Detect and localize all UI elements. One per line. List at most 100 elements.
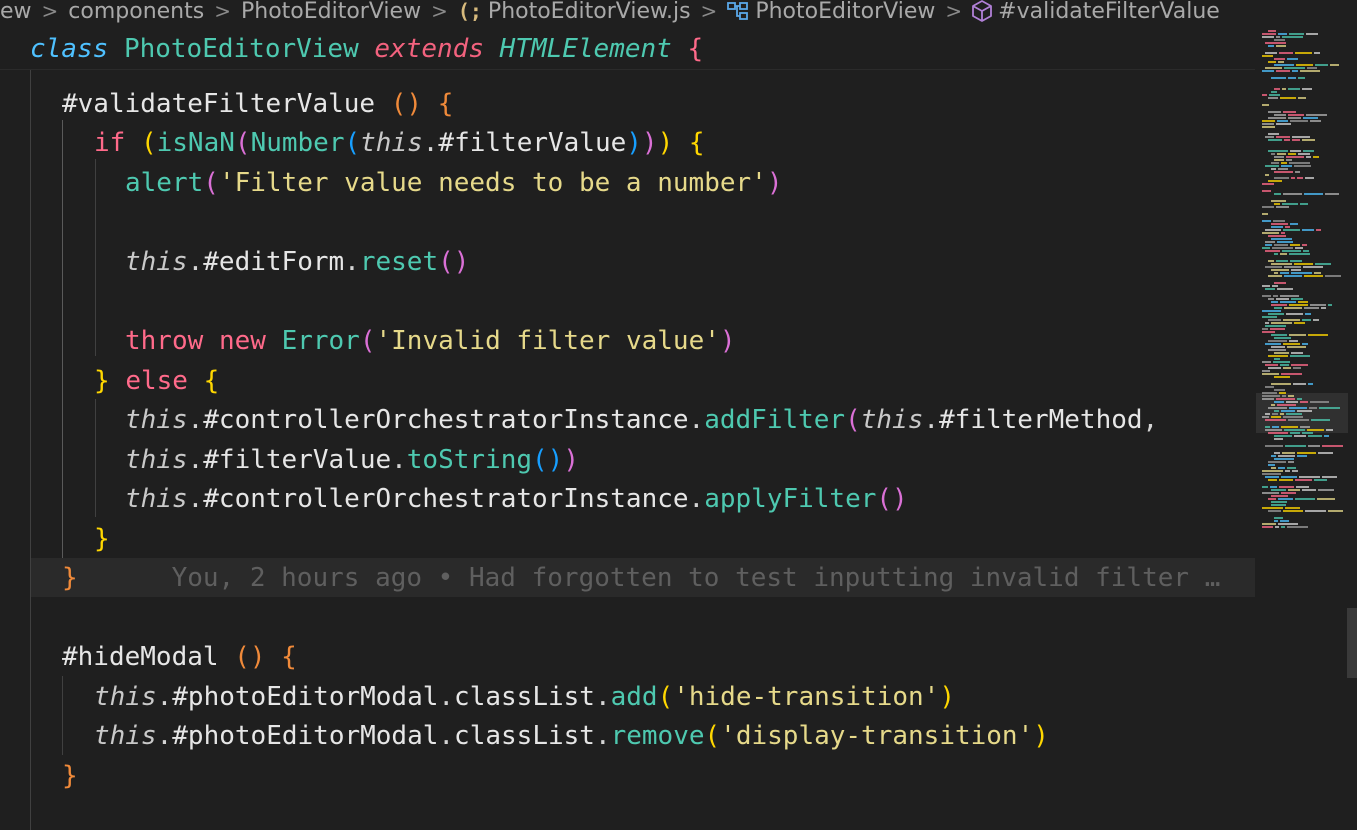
minimap-code-line bbox=[1300, 401, 1308, 403]
minimap-code-line bbox=[1277, 153, 1286, 155]
minimap-code-line bbox=[1265, 476, 1279, 478]
code-editor[interactable]: class PhotoEditorView extends HTMLElemen… bbox=[0, 30, 1255, 830]
minimap-code-line bbox=[1273, 295, 1278, 297]
minimap-code-line bbox=[1278, 33, 1287, 35]
chevron-right-icon: > bbox=[700, 0, 718, 23]
scrollbar-thumb[interactable] bbox=[1347, 608, 1357, 678]
minimap-code-line bbox=[1265, 52, 1277, 54]
minimap-code-line bbox=[1302, 88, 1312, 90]
minimap-code-line bbox=[1276, 298, 1289, 300]
minimap-code-line bbox=[1292, 139, 1300, 141]
minimap-code-line bbox=[1280, 295, 1299, 297]
minimap-code-line bbox=[1303, 117, 1318, 119]
minimap-code-line bbox=[1284, 429, 1305, 431]
breadcrumb-item-class[interactable]: PhotoEditorView bbox=[727, 0, 935, 24]
minimap-code-line bbox=[1279, 392, 1286, 394]
minimap-code-line bbox=[1281, 373, 1302, 375]
minimap-code-line bbox=[1262, 526, 1273, 528]
minimap-code-line bbox=[1274, 389, 1285, 391]
minimap-code-line bbox=[1268, 260, 1274, 262]
minimap-code-line bbox=[1278, 455, 1295, 457]
minimap-code-line bbox=[1271, 501, 1287, 503]
minimap-code-line bbox=[1306, 114, 1327, 116]
minimap-code-line bbox=[1272, 426, 1279, 428]
minimap-code-line bbox=[1274, 282, 1286, 284]
minimap-code-line bbox=[1285, 470, 1290, 472]
minimap-code-line bbox=[1262, 94, 1267, 96]
minimap-code-line bbox=[1268, 349, 1286, 351]
minimap-code-line bbox=[1302, 139, 1315, 141]
minimap-code-line bbox=[1281, 526, 1285, 528]
minimap-code-line bbox=[1274, 177, 1289, 179]
breadcrumb-label: PhotoEditorView.js bbox=[487, 0, 691, 24]
js-braces-icon: (; bbox=[457, 0, 482, 23]
minimap-code-line bbox=[1283, 111, 1296, 113]
minimap-code-line bbox=[1289, 334, 1306, 336]
minimap-code-line bbox=[1282, 250, 1301, 252]
minimap-code-line bbox=[1299, 476, 1320, 478]
minimap-code-line bbox=[1293, 383, 1306, 385]
minimap-code-line bbox=[1268, 479, 1277, 481]
minimap-code-line bbox=[1274, 114, 1286, 116]
minimap-code-line bbox=[1321, 307, 1326, 309]
minimap-code-line bbox=[1309, 407, 1317, 409]
minimap-code-line bbox=[1294, 263, 1313, 265]
minimap-code-line bbox=[1289, 162, 1310, 164]
minimap-code-line bbox=[1295, 171, 1300, 173]
minimap-code-line bbox=[1271, 334, 1287, 336]
minimap-code-line bbox=[1290, 223, 1298, 225]
minimap-code-line bbox=[1262, 190, 1271, 192]
breadcrumb: ew > components > PhotoEditorView > (; P… bbox=[0, 0, 1250, 24]
minimap-code-line bbox=[1317, 498, 1335, 500]
minimap[interactable] bbox=[1262, 28, 1357, 830]
breadcrumb-item-components[interactable]: components bbox=[68, 0, 204, 24]
minimap-code-line bbox=[1265, 288, 1275, 290]
minimap-code-line bbox=[1300, 426, 1310, 428]
minimap-code-line bbox=[1265, 426, 1270, 428]
code-line: this.#photoEditorModal.classList.remove(… bbox=[94, 721, 1049, 751]
minimap-code-line bbox=[1285, 445, 1306, 447]
minimap-code-line bbox=[1262, 373, 1279, 375]
minimap-code-line bbox=[1314, 272, 1321, 274]
minimap-code-line bbox=[1272, 285, 1278, 287]
minimap-code-line bbox=[1262, 33, 1276, 35]
minimap-code-line bbox=[1311, 419, 1330, 421]
minimap-code-line bbox=[1328, 304, 1332, 306]
minimap-code-line bbox=[1271, 91, 1277, 93]
chevron-right-icon: > bbox=[214, 0, 231, 23]
minimap-code-line bbox=[1310, 401, 1329, 403]
minimap-code-line bbox=[1298, 97, 1306, 99]
minimap-code-line bbox=[1294, 322, 1305, 324]
minimap-code-line bbox=[1302, 343, 1308, 345]
minimap-code-line bbox=[1262, 486, 1268, 488]
breadcrumb-item-parent[interactable]: ew bbox=[0, 0, 32, 24]
minimap-code-line bbox=[1262, 316, 1277, 318]
minimap-code-line bbox=[1304, 193, 1323, 195]
minimap-code-line bbox=[1274, 39, 1285, 41]
breadcrumb-item-method[interactable]: #validateFilterValue bbox=[972, 0, 1220, 24]
method-cube-icon bbox=[972, 0, 993, 22]
chevron-right-icon: > bbox=[431, 0, 448, 23]
minimap-code-line bbox=[1283, 229, 1300, 231]
code-line: } else { bbox=[94, 366, 220, 396]
breadcrumb-item-folder[interactable]: PhotoEditorView bbox=[241, 0, 421, 24]
minimap-code-line bbox=[1294, 165, 1311, 167]
minimap-code-line bbox=[1316, 229, 1321, 231]
breadcrumb-item-file[interactable]: (; PhotoEditorView.js bbox=[458, 0, 691, 24]
minimap-code-line bbox=[1281, 162, 1287, 164]
minimap-code-line bbox=[1265, 229, 1281, 231]
minimap-code-line bbox=[1274, 58, 1285, 60]
minimap-code-line bbox=[1262, 120, 1275, 122]
minimap-code-line bbox=[1265, 325, 1286, 327]
minimap-code-line bbox=[1271, 162, 1279, 164]
minimap-code-line bbox=[1278, 168, 1288, 170]
minimap-code-line bbox=[1274, 452, 1280, 454]
minimap-code-line bbox=[1298, 153, 1310, 155]
minimap-code-line bbox=[1277, 288, 1293, 290]
minimap-code-line bbox=[1277, 404, 1296, 406]
code-line-current: } You, 2 hours ago • Had forgotten to te… bbox=[62, 563, 1221, 593]
minimap-code-line bbox=[1274, 307, 1282, 309]
minimap-code-line bbox=[1268, 355, 1288, 357]
minimap-code-line bbox=[1314, 52, 1320, 54]
minimap-code-line bbox=[1278, 498, 1293, 500]
